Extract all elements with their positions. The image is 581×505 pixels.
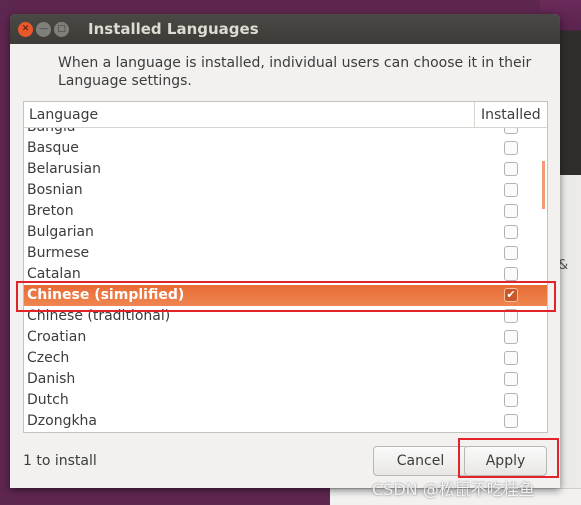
language-name: Croatian	[27, 329, 87, 345]
table-row[interactable]: Bulgarian	[24, 222, 547, 243]
maximize-icon[interactable]: □	[54, 21, 69, 37]
language-list: Bangla Basque Belarusian Bosnian Breton Bulga…	[24, 128, 547, 432]
table-row[interactable]: Bosnian	[24, 180, 547, 201]
table-row[interactable]: Czech	[24, 348, 547, 369]
table-row[interactable]: Breton	[24, 201, 547, 222]
language-name: Burmese	[27, 245, 90, 261]
installed-checkbox[interactable]	[504, 267, 518, 281]
title-bar: ✕ — □ Installed Languages	[10, 14, 560, 44]
language-name: Breton	[27, 203, 74, 219]
language-name: Dutch	[27, 392, 69, 408]
installed-languages-dialog: ✕ — □ Installed Languages When a languag…	[10, 14, 560, 488]
table-row[interactable]: Bangla	[24, 128, 547, 138]
language-name: Bosnian	[27, 182, 83, 198]
language-name: Basque	[27, 140, 79, 156]
language-name: Belarusian	[27, 161, 101, 177]
status-text: 1 to install	[23, 453, 97, 469]
scrollbar[interactable]	[542, 161, 545, 209]
column-header-language[interactable]: Language	[24, 102, 475, 127]
window-title: Installed Languages	[88, 20, 259, 38]
language-name: Danish	[27, 371, 76, 387]
table-header: Language Installed	[24, 102, 547, 128]
language-name: Czech	[27, 350, 70, 366]
installed-checkbox[interactable]	[504, 414, 518, 428]
installed-checkbox[interactable]	[504, 183, 518, 197]
installed-checkbox[interactable]	[504, 128, 518, 134]
language-name: Dzongkha	[27, 413, 98, 429]
cancel-button[interactable]: Cancel	[373, 446, 468, 476]
minimize-icon[interactable]: —	[36, 21, 51, 37]
table-row[interactable]: Basque	[24, 138, 547, 159]
table-row[interactable]: Danish	[24, 369, 547, 390]
table-row[interactable]: Dzongkha	[24, 411, 547, 432]
close-icon[interactable]: ✕	[18, 21, 33, 37]
installed-checkbox[interactable]	[504, 162, 518, 176]
table-row[interactable]: Burmese	[24, 243, 547, 264]
installed-checkbox[interactable]	[504, 225, 518, 239]
description: When a language is installed, individual…	[58, 55, 532, 89]
installed-checkbox[interactable]	[504, 372, 518, 386]
table-row[interactable]: Belarusian	[24, 159, 547, 180]
installed-checkbox[interactable]	[504, 330, 518, 344]
highlight-box-selected-row	[16, 281, 556, 312]
column-header-installed[interactable]: Installed	[475, 102, 547, 127]
table-row[interactable]: Croatian	[24, 327, 547, 348]
installed-checkbox[interactable]	[504, 393, 518, 407]
highlight-box-apply	[458, 438, 559, 478]
installed-checkbox[interactable]	[504, 204, 518, 218]
table-row[interactable]: Dutch	[24, 390, 547, 411]
language-table: Language Installed Bangla Basque Belarusia…	[23, 101, 548, 433]
installed-checkbox[interactable]	[504, 351, 518, 365]
installed-checkbox[interactable]	[504, 141, 518, 155]
language-name: Bangla	[27, 128, 544, 136]
installed-checkbox[interactable]	[504, 246, 518, 260]
language-name: Bulgarian	[27, 224, 94, 240]
watermark: CSDN @松鼠不吃桂鱼	[372, 480, 535, 499]
